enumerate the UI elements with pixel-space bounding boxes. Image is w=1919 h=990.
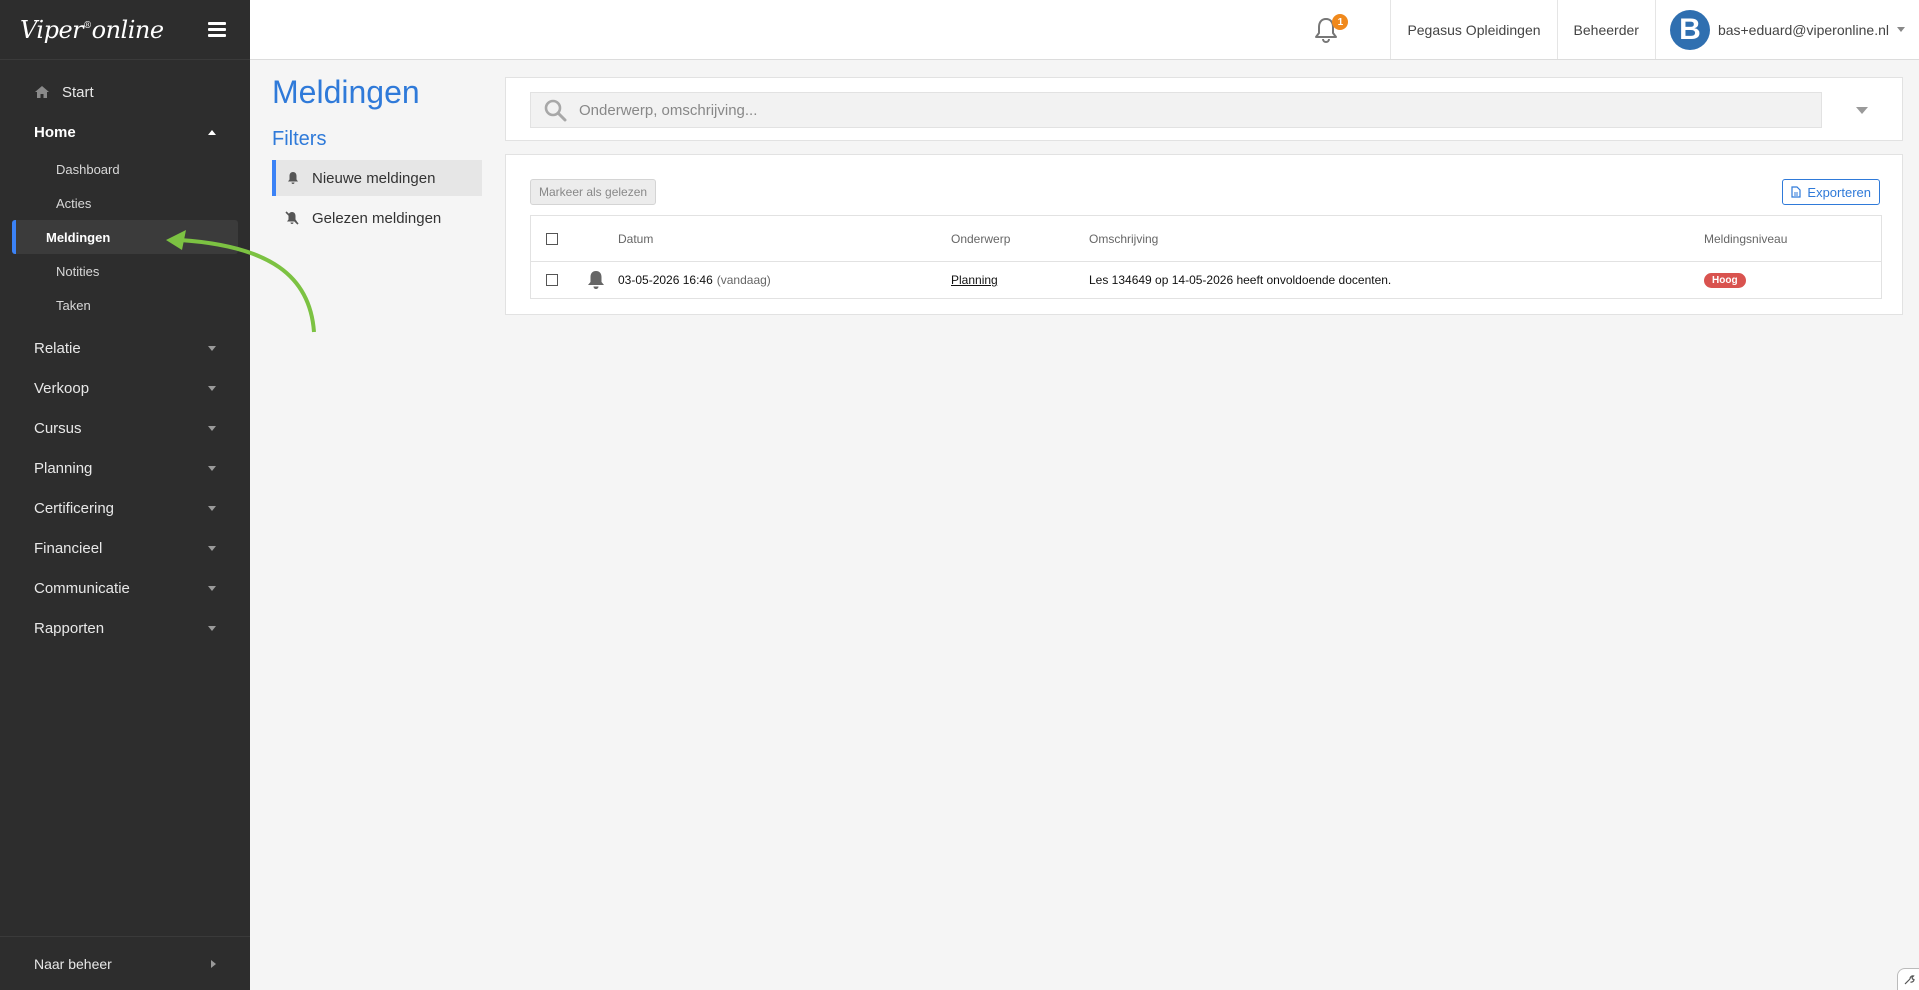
notifications-button[interactable]: 1 bbox=[1286, 0, 1366, 59]
column-header-datum[interactable]: Datum bbox=[618, 232, 951, 246]
chevron-up-icon bbox=[208, 129, 216, 135]
search-box[interactable] bbox=[530, 92, 1822, 128]
search-icon bbox=[544, 99, 567, 122]
sidebar-item-cursus[interactable]: Cursus bbox=[0, 408, 250, 448]
sidebar: Viper®online Start Home Dashboard Acties… bbox=[0, 0, 250, 990]
sidebar-item-planning[interactable]: Planning bbox=[0, 448, 250, 488]
sidebar-item-communicatie[interactable]: Communicatie bbox=[0, 568, 250, 608]
chevron-down-icon bbox=[208, 545, 216, 551]
chevron-down-icon bbox=[208, 505, 216, 511]
row-description: Les 134649 op 14-05-2026 heeft onvoldoen… bbox=[1089, 273, 1392, 287]
row-date: 03-05-2026 16:46 bbox=[618, 273, 713, 287]
search-input[interactable] bbox=[579, 101, 1779, 119]
brand-bar: Viper®online bbox=[0, 0, 250, 60]
topbar: 1 Pegasus Opleidingen Beheerder B bas+ed… bbox=[250, 0, 1919, 60]
sidebar-nav: Start Home Dashboard Acties Meldingen No… bbox=[0, 60, 250, 648]
chevron-down-icon bbox=[208, 625, 216, 631]
row-subject-link[interactable]: Planning bbox=[951, 273, 998, 287]
sidebar-item-naar-beheer[interactable]: Naar beheer bbox=[0, 936, 250, 990]
home-icon bbox=[35, 86, 49, 98]
filter-gelezen-meldingen[interactable]: Gelezen meldingen bbox=[272, 200, 482, 236]
sidebar-item-verkoop[interactable]: Verkoop bbox=[0, 368, 250, 408]
wrench-icon[interactable] bbox=[1897, 968, 1919, 990]
chevron-down-icon bbox=[1897, 27, 1905, 32]
table-header: Datum Onderwerp Omschrijving Meldingsniv… bbox=[531, 216, 1881, 262]
menu-toggle-icon[interactable] bbox=[208, 22, 226, 37]
search-panel bbox=[505, 77, 1903, 141]
row-checkbox[interactable] bbox=[546, 274, 558, 286]
column-header-omschrijving[interactable]: Omschrijving bbox=[1089, 232, 1704, 246]
filter-nieuwe-meldingen[interactable]: Nieuwe meldingen bbox=[272, 160, 482, 196]
chevron-down-icon bbox=[208, 425, 216, 431]
bell-slash-icon bbox=[285, 211, 299, 225]
table-row[interactable]: 03-05-2026 16:46 (vandaag) Planning Les 1… bbox=[531, 262, 1881, 298]
chevron-down-icon bbox=[208, 345, 216, 351]
user-menu[interactable]: B bas+eduard@viperonline.nl bbox=[1654, 0, 1919, 59]
sidebar-item-start[interactable]: Start bbox=[0, 72, 250, 112]
chevron-down-icon bbox=[208, 385, 216, 391]
chevron-right-icon bbox=[211, 959, 216, 968]
role-switcher[interactable]: Beheerder bbox=[1556, 0, 1655, 59]
annotation-arrow bbox=[166, 230, 316, 333]
mark-as-read-button[interactable]: Markeer als gelezen bbox=[530, 179, 657, 205]
notifications-table: Datum Onderwerp Omschrijving Meldingsniv… bbox=[530, 215, 1882, 299]
select-all-checkbox[interactable] bbox=[546, 232, 558, 245]
sidebar-sub-dashboard[interactable]: Dashboard bbox=[12, 152, 238, 186]
org-switcher[interactable]: Pegasus Opleidingen bbox=[1390, 0, 1556, 59]
sidebar-item-rapporten[interactable]: Rapporten bbox=[0, 608, 250, 648]
row-date-note: (vandaag) bbox=[716, 273, 771, 287]
sidebar-sub-acties[interactable]: Acties bbox=[12, 186, 238, 220]
filters-heading: Filters bbox=[272, 128, 327, 150]
page-title: Meldingen bbox=[272, 74, 420, 110]
sidebar-item-financieel[interactable]: Financieel bbox=[0, 528, 250, 568]
file-icon bbox=[1791, 186, 1802, 198]
chevron-down-icon bbox=[208, 585, 216, 591]
notification-count-badge: 1 bbox=[1332, 14, 1349, 30]
bell-icon bbox=[288, 172, 298, 184]
sidebar-item-home[interactable]: Home bbox=[0, 112, 250, 152]
column-header-meldingsniveau[interactable]: Meldingsniveau bbox=[1704, 232, 1874, 246]
avatar: B bbox=[1669, 9, 1710, 50]
column-header-onderwerp[interactable]: Onderwerp bbox=[951, 232, 1089, 246]
logo[interactable]: Viper®online bbox=[20, 16, 164, 44]
export-button[interactable]: Exporteren bbox=[1782, 179, 1880, 205]
user-email: bas+eduard@viperonline.nl bbox=[1717, 21, 1889, 38]
level-badge: Hoog bbox=[1704, 273, 1746, 288]
chevron-down-icon[interactable] bbox=[1856, 107, 1868, 114]
sidebar-item-certificering[interactable]: Certificering bbox=[0, 488, 250, 528]
bell-icon bbox=[587, 271, 604, 289]
chevron-down-icon bbox=[208, 465, 216, 471]
notifications-panel: Markeer als gelezen Exporteren Datum Ond… bbox=[505, 154, 1903, 315]
